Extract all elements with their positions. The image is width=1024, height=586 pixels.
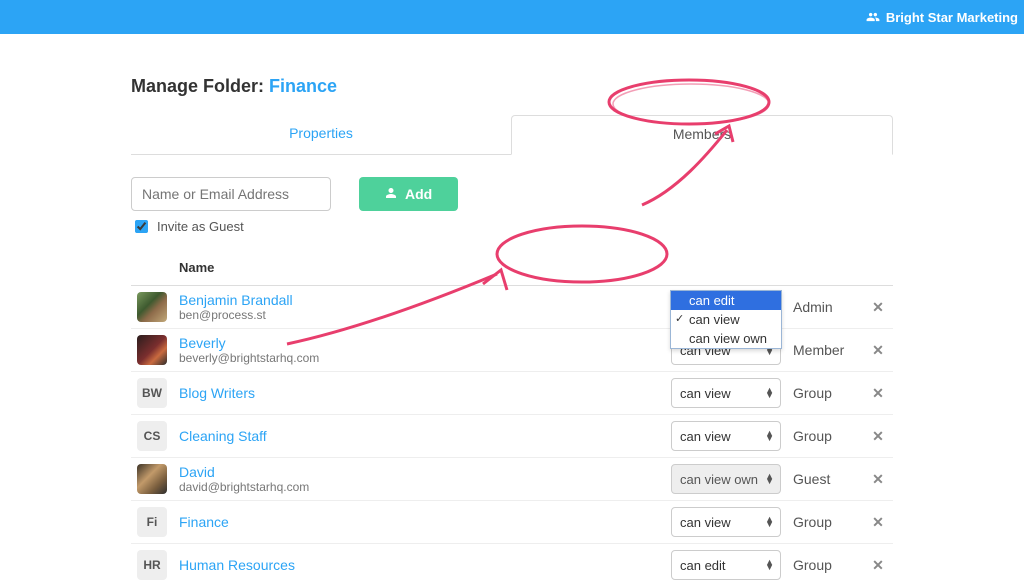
avatar <box>137 464 167 494</box>
permission-select[interactable]: can view▲▼ <box>671 378 781 408</box>
close-icon: ✕ <box>872 342 884 358</box>
permission-option[interactable]: can view <box>671 310 781 329</box>
avatar: HR <box>137 550 167 580</box>
remove-button[interactable]: ✕ <box>863 372 893 415</box>
permission-select[interactable]: can edit▲▼ <box>671 550 781 580</box>
remove-button[interactable]: ✕ <box>863 501 893 544</box>
chevron-updown-icon: ▲▼ <box>765 388 774 398</box>
guest-label: Invite as Guest <box>157 219 244 234</box>
chevron-updown-icon: ▲▼ <box>765 517 774 527</box>
group-icon <box>866 10 880 24</box>
role-label: Group <box>787 544 863 586</box>
title-prefix: Manage Folder: <box>131 76 269 96</box>
table-row: Benjamin Brandallben@process.stcan edit▲… <box>131 286 893 329</box>
permission-select[interactable]: can view own▲▼ <box>671 464 781 494</box>
tab-properties[interactable]: Properties <box>131 115 511 154</box>
add-label: Add <box>405 186 432 202</box>
role-label: Guest <box>787 458 863 501</box>
user-icon <box>385 186 397 202</box>
member-name-link[interactable]: Benjamin Brandall <box>179 292 659 308</box>
remove-button[interactable]: ✕ <box>863 415 893 458</box>
col-perm <box>665 252 787 286</box>
avatar <box>137 292 167 322</box>
table-row: HR Human Resources can edit▲▼Group ✕ <box>131 544 893 586</box>
permission-option[interactable]: can view own <box>671 329 781 348</box>
page-title: Manage Folder: Finance <box>131 76 893 97</box>
close-icon: ✕ <box>872 514 884 530</box>
tab-bar: Properties Members <box>131 115 893 155</box>
member-name-link[interactable]: Blog Writers <box>179 385 659 401</box>
close-icon: ✕ <box>872 471 884 487</box>
member-sub: beverly@brightstarhq.com <box>179 351 659 365</box>
members-table: Name Benjamin Brandallben@process.st can … <box>131 252 893 586</box>
folder-name[interactable]: Finance <box>269 76 337 96</box>
member-name-link[interactable]: Finance <box>179 514 659 530</box>
permission-dropdown[interactable]: can editcan viewcan view own <box>670 290 782 349</box>
col-remove <box>863 252 893 286</box>
table-row: CS Cleaning Staff can view▲▼Group ✕ <box>131 415 893 458</box>
permission-option[interactable]: can edit <box>671 291 781 310</box>
tab-members[interactable]: Members <box>511 115 893 155</box>
permission-select[interactable]: can view▲▼ <box>671 421 781 451</box>
col-name: Name <box>173 252 665 286</box>
avatar: BW <box>137 378 167 408</box>
remove-button[interactable]: ✕ <box>863 544 893 586</box>
close-icon: ✕ <box>872 557 884 573</box>
role-label: Group <box>787 501 863 544</box>
table-row: FiFinancecan view▲▼Group✕ <box>131 501 893 544</box>
invite-as-guest[interactable]: Invite as Guest <box>131 217 893 236</box>
page-content: Manage Folder: Finance Properties Member… <box>127 34 897 586</box>
org-name[interactable]: Bright Star Marketing <box>886 10 1018 25</box>
guest-checkbox[interactable] <box>135 220 148 233</box>
table-row: BW Blog Writers can view▲▼Group ✕ <box>131 372 893 415</box>
role-label: Admin <box>787 286 863 329</box>
col-avatar <box>131 252 173 286</box>
add-button[interactable]: Add <box>359 177 458 211</box>
remove-button[interactable]: ✕ <box>863 329 893 372</box>
avatar: CS <box>137 421 167 451</box>
member-name-link[interactable]: Cleaning Staff <box>179 428 659 444</box>
remove-button[interactable]: ✕ <box>863 458 893 501</box>
col-role <box>787 252 863 286</box>
member-sub: ben@process.st <box>179 308 659 322</box>
topbar: Bright Star Marketing <box>0 0 1024 34</box>
chevron-updown-icon: ▲▼ <box>765 560 774 570</box>
close-icon: ✕ <box>872 299 884 315</box>
close-icon: ✕ <box>872 428 884 444</box>
chevron-updown-icon: ▲▼ <box>765 431 774 441</box>
remove-button[interactable]: ✕ <box>863 286 893 329</box>
chevron-updown-icon: ▲▼ <box>765 474 774 484</box>
role-label: Group <box>787 372 863 415</box>
close-icon: ✕ <box>872 385 884 401</box>
member-name-link[interactable]: Human Resources <box>179 557 659 573</box>
invite-input[interactable] <box>131 177 331 211</box>
role-label: Member <box>787 329 863 372</box>
avatar <box>137 335 167 365</box>
member-name-link[interactable]: Beverly <box>179 335 659 351</box>
invite-row: Add <box>131 177 893 211</box>
role-label: Group <box>787 415 863 458</box>
table-row: Daviddavid@brightstarhq.com can view own▲… <box>131 458 893 501</box>
member-sub: david@brightstarhq.com <box>179 480 659 494</box>
member-name-link[interactable]: David <box>179 464 659 480</box>
